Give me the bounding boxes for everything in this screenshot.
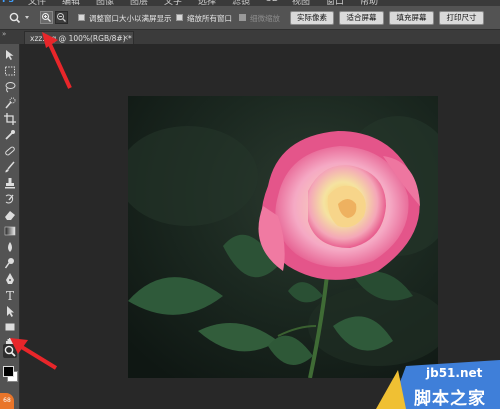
photoshop-logo: Ps bbox=[2, 0, 14, 5]
zoom-out-icon[interactable] bbox=[55, 11, 68, 24]
watermark-url: jb51.net bbox=[426, 366, 483, 380]
scrubby-zoom-label: 细微缩放 bbox=[250, 14, 280, 23]
canvas-area[interactable] bbox=[20, 44, 500, 409]
dodge-tool-icon[interactable] bbox=[3, 256, 17, 270]
fill-screen-button[interactable]: 填充屏幕 bbox=[389, 11, 434, 25]
actual-pixels-button[interactable]: 实际像素 bbox=[290, 11, 334, 25]
marquee-tool-icon[interactable] bbox=[3, 64, 17, 78]
close-icon[interactable]: × bbox=[122, 33, 129, 42]
history-brush-tool-icon[interactable] bbox=[3, 192, 17, 206]
zoom-tool-preset-icon[interactable] bbox=[8, 12, 38, 24]
resize-windows-label: 调整窗口大小以满屏显示 bbox=[89, 14, 172, 23]
svg-text:T: T bbox=[6, 289, 14, 302]
healing-brush-tool-icon[interactable] bbox=[3, 144, 17, 158]
watermark-name: 脚本之家 bbox=[414, 389, 486, 409]
clone-stamp-tool-icon[interactable] bbox=[3, 176, 17, 190]
gradient-tool-icon[interactable] bbox=[3, 224, 17, 238]
fit-screen-button[interactable]: 适合屏幕 bbox=[339, 11, 384, 25]
scrubby-zoom-checkbox[interactable] bbox=[239, 14, 246, 21]
blur-tool-icon[interactable] bbox=[3, 240, 17, 254]
watermark: jb51.net 脚本之家 bbox=[376, 360, 500, 409]
brush-tool-icon[interactable] bbox=[3, 160, 17, 174]
annotation-arrow-bottom bbox=[10, 338, 58, 370]
resize-windows-checkbox[interactable] bbox=[78, 14, 85, 21]
path-select-tool-icon[interactable] bbox=[3, 304, 17, 318]
rectangle-tool-icon[interactable] bbox=[3, 320, 17, 334]
zoom-all-windows-label: 缩放所有窗口 bbox=[187, 14, 232, 23]
annotation-arrow-top bbox=[42, 32, 72, 89]
print-size-button[interactable]: 打印尺寸 bbox=[439, 11, 484, 25]
zoom-all-windows-checkbox[interactable] bbox=[176, 14, 183, 21]
pen-tool-icon[interactable] bbox=[3, 272, 17, 286]
eraser-tool-icon[interactable] bbox=[3, 208, 17, 222]
eyedropper-tool-icon[interactable] bbox=[3, 128, 17, 142]
collapse-panel-icon[interactable]: » bbox=[2, 30, 6, 38]
crop-tool-icon[interactable] bbox=[3, 112, 17, 126]
type-tool-icon[interactable]: T bbox=[3, 288, 17, 302]
menu-item[interactable]: 3D bbox=[266, 0, 279, 4]
document-tab-bar: » xzz.jpg @ 100%(RGB/8#) * × bbox=[0, 30, 500, 44]
zoom-in-icon[interactable] bbox=[40, 11, 53, 24]
move-tool-icon[interactable] bbox=[3, 48, 17, 62]
counter-badge: 68 bbox=[0, 393, 14, 409]
quick-select-tool-icon[interactable] bbox=[3, 96, 17, 110]
rose-photo bbox=[128, 96, 438, 378]
lasso-tool-icon[interactable] bbox=[3, 80, 17, 94]
options-bar: 调整窗口大小以满屏显示 缩放所有窗口 细微缩放 实际像素 适合屏幕 填充屏幕 打… bbox=[0, 6, 500, 30]
